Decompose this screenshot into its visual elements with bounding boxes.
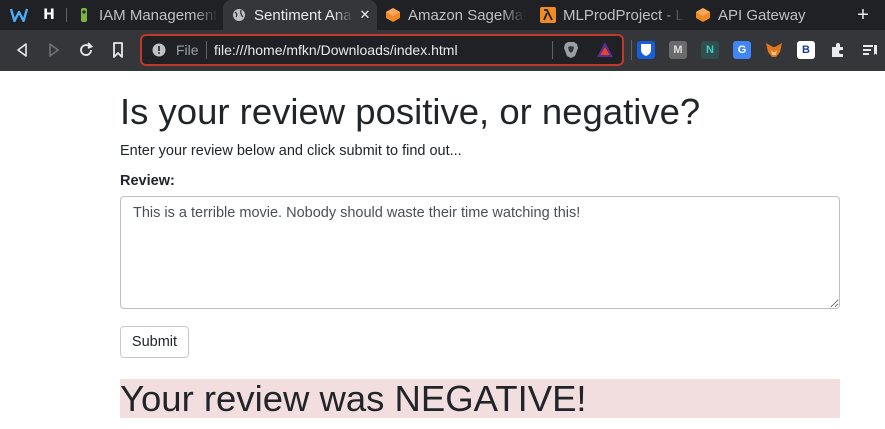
scheme-label: File	[176, 42, 199, 58]
puzzle-icon	[832, 43, 843, 57]
back-icon	[17, 43, 27, 57]
reload-icon	[80, 42, 94, 56]
aws-box-icon	[695, 7, 711, 23]
google-translate-icon[interactable]: G	[733, 41, 751, 59]
instructions-text: Enter your review below and click submit…	[120, 143, 462, 159]
notion-icon[interactable]: N	[701, 41, 719, 59]
review-textarea[interactable]: This is a terrible movie. Nobody should …	[120, 196, 840, 309]
omnibox-divider	[206, 41, 207, 59]
tab-strip: H IAM Management Console Sentiment Analy…	[0, 0, 885, 30]
web-page: Is your review positive, or negative? En…	[0, 71, 885, 429]
aws-iam-icon	[76, 7, 92, 23]
tab-divider	[66, 8, 67, 22]
url-text[interactable]: file:///home/mfkn/Downloads/index.html	[214, 42, 458, 58]
back-button[interactable]	[12, 40, 32, 60]
submit-button[interactable]: Submit	[120, 326, 189, 358]
review-label: Review:	[120, 173, 175, 189]
tab-iam[interactable]: IAM Management Console	[76, 0, 218, 30]
webflow-icon	[10, 8, 28, 22]
bookmark-icon	[113, 42, 123, 58]
browser-toolbar: File file:///home/mfkn/Downloads/index.h…	[0, 30, 885, 71]
extensions-button[interactable]	[828, 40, 848, 60]
forward-button[interactable]	[44, 40, 64, 60]
reading-list-icon	[863, 45, 877, 55]
brave-rewards-icon[interactable]	[596, 41, 614, 59]
b-extension-icon[interactable]: B	[797, 41, 815, 59]
pinned-tab-hashnode[interactable]: H	[39, 5, 59, 25]
tab-sentiment[interactable]: Sentiment Analysis Web App ✕	[223, 0, 377, 30]
tab-api-gateway[interactable]: API Gateway	[695, 0, 835, 30]
pinned-tab-webflow[interactable]	[9, 5, 29, 25]
lambda-icon	[540, 7, 556, 23]
reading-list-button[interactable]	[860, 40, 880, 60]
aws-box-icon	[385, 7, 401, 23]
tab-lambda[interactable]: MLProdProject - Lambda	[540, 0, 685, 30]
globe-icon	[231, 7, 247, 23]
tab-title: Amazon SageMaker	[408, 6, 525, 24]
info-icon[interactable]	[152, 43, 166, 57]
mailvelope-icon[interactable]: M	[669, 41, 687, 59]
tab-title: MLProdProject - Lambda	[563, 6, 685, 24]
close-tab-icon[interactable]: ✕	[357, 7, 373, 23]
h-logo-icon: H	[43, 7, 55, 23]
bitwarden-icon[interactable]	[637, 41, 655, 59]
new-tab-button[interactable]: +	[853, 5, 873, 25]
bookmark-button[interactable]	[108, 40, 128, 60]
forward-icon	[49, 43, 59, 57]
tab-title: IAM Management Console	[99, 6, 218, 24]
brave-shields-icon[interactable]	[562, 41, 580, 59]
extensions-divider	[631, 40, 632, 60]
tab-title: Sentiment Analysis Web App	[254, 6, 353, 24]
result-banner: Your review was NEGATIVE!	[120, 379, 840, 418]
address-bar[interactable]: File file:///home/mfkn/Downloads/index.h…	[140, 34, 624, 66]
page-title: Is your review positive, or negative?	[120, 91, 701, 132]
metamask-icon[interactable]	[765, 41, 783, 59]
omnibox-divider	[552, 41, 553, 59]
tab-sagemaker[interactable]: Amazon SageMaker	[385, 0, 525, 30]
tab-title: API Gateway	[718, 6, 806, 24]
reload-button[interactable]	[76, 40, 96, 60]
